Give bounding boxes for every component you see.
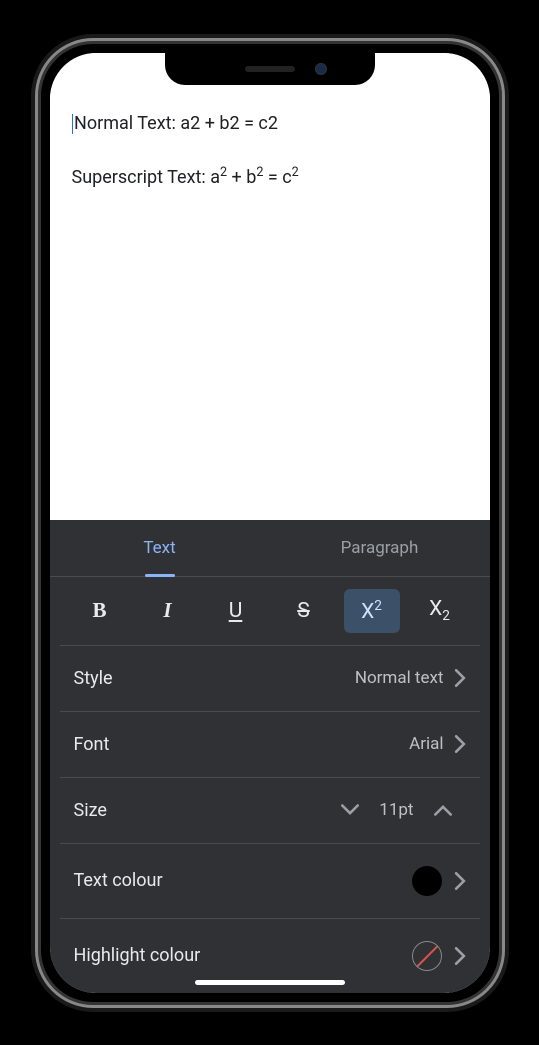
- notch: [165, 53, 375, 85]
- size-value: 11pt: [379, 800, 413, 820]
- format-panel: Text Paragraph B I U S X2 X2: [50, 520, 490, 993]
- font-value: Arial: [409, 734, 443, 754]
- text-cursor: [72, 114, 74, 134]
- style-row[interactable]: Style Normal text: [60, 646, 480, 712]
- style-label: Style: [74, 668, 355, 689]
- document-line-2[interactable]: Superscript Text: a2 + b2 = c2: [72, 164, 468, 190]
- line2-c-sup: 2: [292, 165, 299, 180]
- chevron-right-icon: [454, 872, 466, 890]
- font-row[interactable]: Font Arial: [60, 712, 480, 778]
- subscript-button[interactable]: X2: [412, 589, 468, 633]
- text-colour-row[interactable]: Text colour: [60, 844, 480, 919]
- mute-switch: [35, 221, 36, 251]
- line2-mid1: + b: [227, 167, 256, 188]
- highlight-colour-label: Highlight colour: [74, 945, 412, 966]
- line2-mid2: = c: [263, 167, 291, 188]
- size-decrease-button[interactable]: [327, 804, 373, 816]
- bold-button[interactable]: B: [72, 589, 128, 633]
- tab-text[interactable]: Text: [50, 520, 270, 576]
- chevron-down-icon: [341, 804, 359, 816]
- line1-formula: a2 + b2 = c2: [180, 113, 278, 134]
- size-row: Size 11pt: [60, 778, 480, 844]
- document-editor[interactable]: Normal Text: a2 + b2 = c2 Superscript Te…: [50, 53, 490, 520]
- text-colour-label: Text colour: [74, 870, 412, 891]
- size-increase-button[interactable]: [420, 804, 466, 816]
- chevron-right-icon: [454, 947, 466, 965]
- highlight-colour-swatch: [412, 941, 442, 971]
- volume-up-button: [35, 281, 36, 341]
- chevron-right-icon: [454, 669, 466, 687]
- format-buttons-row: B I U S X2 X2: [60, 577, 480, 646]
- power-button: [504, 301, 505, 401]
- font-label: Font: [74, 734, 410, 755]
- text-colour-swatch: [412, 866, 442, 896]
- italic-button[interactable]: I: [140, 589, 196, 633]
- line2-prefix: Superscript Text:: [72, 167, 211, 188]
- underline-button[interactable]: U: [208, 589, 264, 633]
- phone-frame: Normal Text: a2 + b2 = c2 Superscript Te…: [35, 38, 505, 1008]
- superscript-button[interactable]: X2: [344, 589, 400, 633]
- front-camera: [315, 63, 327, 75]
- underline-icon: U: [229, 599, 243, 623]
- chevron-right-icon: [454, 735, 466, 753]
- strikethrough-icon: S: [297, 599, 309, 623]
- strikethrough-button[interactable]: S: [276, 589, 332, 633]
- style-value: Normal text: [355, 668, 444, 688]
- speaker-grille: [245, 66, 295, 72]
- line1-prefix: Normal Text:: [74, 113, 180, 134]
- size-label: Size: [74, 800, 328, 821]
- home-indicator[interactable]: [195, 980, 345, 985]
- subscript-icon: X2: [429, 597, 450, 624]
- tab-paragraph[interactable]: Paragraph: [270, 520, 490, 576]
- document-line-1[interactable]: Normal Text: a2 + b2 = c2: [72, 111, 468, 136]
- line2-a: a: [210, 167, 220, 188]
- superscript-icon: X2: [361, 598, 382, 624]
- screen: Normal Text: a2 + b2 = c2 Superscript Te…: [50, 53, 490, 993]
- chevron-up-icon: [434, 804, 452, 816]
- volume-down-button: [35, 361, 36, 421]
- format-tabs: Text Paragraph: [50, 520, 490, 577]
